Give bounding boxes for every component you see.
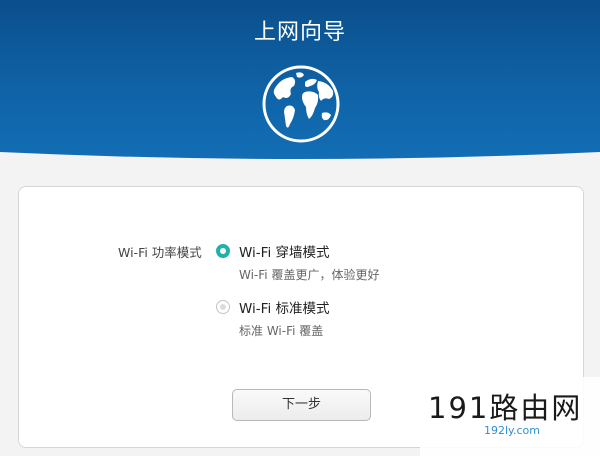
watermark-url: 192ly.com bbox=[484, 424, 540, 437]
radio-unselected-icon[interactable] bbox=[216, 300, 230, 314]
radio-selected-icon[interactable] bbox=[216, 244, 230, 258]
globe-icon bbox=[262, 65, 340, 143]
option-label: Wi-Fi 标准模式 bbox=[239, 301, 330, 317]
option-description: Wi-Fi 覆盖更广，体验更好 bbox=[239, 268, 380, 282]
wifi-power-mode-label: Wi-Fi 功率模式 bbox=[118, 245, 202, 260]
option-label: Wi-Fi 穿墙模式 bbox=[239, 245, 330, 261]
page-title: 上网向导 bbox=[253, 20, 346, 45]
option-description: 标准 Wi-Fi 覆盖 bbox=[239, 324, 324, 338]
watermark: 191路由网 192ly.com bbox=[420, 377, 600, 456]
watermark-text: 191路由网 bbox=[428, 391, 583, 425]
next-button[interactable]: 下一步 bbox=[232, 389, 371, 421]
